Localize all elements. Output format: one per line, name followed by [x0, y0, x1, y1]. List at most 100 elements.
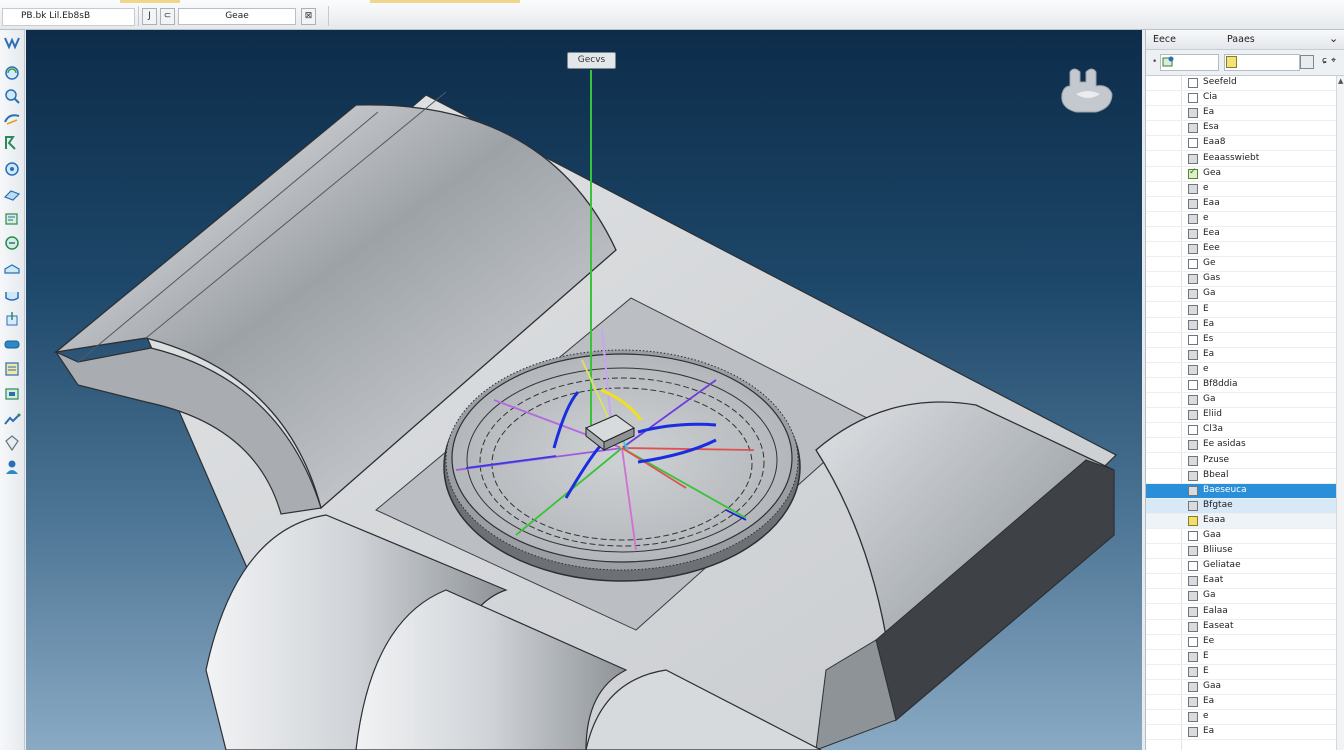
- list-item[interactable]: Bbeal: [1146, 469, 1336, 484]
- orientation-widget-icon[interactable]: [1056, 64, 1120, 120]
- visibility-checkbox[interactable]: [1188, 289, 1198, 300]
- visibility-checkbox[interactable]: [1188, 123, 1198, 134]
- visibility-checkbox[interactable]: [1188, 364, 1198, 375]
- measure-icon[interactable]: [3, 210, 21, 228]
- list-item[interactable]: Ee: [1146, 635, 1336, 650]
- visibility-checkbox[interactable]: [1188, 274, 1198, 285]
- visibility-checkbox[interactable]: [1188, 349, 1198, 360]
- visibility-checkbox[interactable]: [1188, 425, 1198, 436]
- filter-options-button[interactable]: [1300, 55, 1314, 69]
- list-item[interactable]: Ga: [1146, 287, 1336, 303]
- list-item[interactable]: Es: [1146, 333, 1336, 348]
- list-item[interactable]: Baeseuca: [1146, 483, 1336, 499]
- 3d-viewport[interactable]: Gecvs: [26, 30, 1142, 750]
- list-item[interactable]: Eaat: [1146, 574, 1336, 590]
- list-item[interactable]: Eliid: [1146, 408, 1336, 424]
- list-item[interactable]: Eaa: [1146, 197, 1336, 212]
- list-item[interactable]: Cia: [1146, 91, 1336, 107]
- visibility-checkbox[interactable]: [1188, 304, 1198, 315]
- chevron-down-icon[interactable]: ⌄: [1329, 32, 1338, 45]
- list-item[interactable]: Gea: [1146, 167, 1336, 182]
- visibility-checkbox[interactable]: [1188, 78, 1198, 88]
- list-item[interactable]: Gaa: [1146, 529, 1336, 544]
- fit-view-icon[interactable]: [3, 134, 21, 152]
- visibility-checkbox[interactable]: [1188, 319, 1198, 330]
- list-item[interactable]: Ea: [1146, 348, 1336, 363]
- part-icon[interactable]: [3, 185, 21, 203]
- list-item[interactable]: Ge: [1146, 257, 1336, 273]
- filter-refresh-icon[interactable]: ɕ: [1322, 56, 1327, 66]
- visibility-checkbox[interactable]: [1188, 108, 1198, 119]
- fillet-icon[interactable]: [3, 286, 21, 304]
- nav-prev-button[interactable]: J: [142, 8, 157, 25]
- visibility-checkbox[interactable]: [1188, 259, 1198, 270]
- sketch-icon[interactable]: [3, 160, 21, 178]
- filter-pin-icon[interactable]: ⌖: [1331, 56, 1336, 66]
- panel-scrollbar[interactable]: ▲: [1336, 76, 1344, 750]
- mate-icon[interactable]: [3, 385, 21, 403]
- assembly-icon[interactable]: [3, 335, 21, 353]
- extrude-icon[interactable]: [3, 310, 21, 328]
- visibility-checkbox[interactable]: [1188, 591, 1198, 602]
- visibility-checkbox[interactable]: [1188, 183, 1198, 194]
- panel-header-col2[interactable]: Paaes: [1227, 34, 1255, 45]
- panel-header-col1[interactable]: Eece: [1153, 34, 1176, 45]
- list-item[interactable]: e: [1146, 182, 1336, 197]
- visibility-checkbox[interactable]: [1188, 576, 1198, 587]
- nav-next-button[interactable]: ⊂: [160, 8, 175, 25]
- view-options-button[interactable]: ⊠: [301, 8, 316, 25]
- visibility-checkbox[interactable]: [1188, 682, 1198, 692]
- visibility-checkbox[interactable]: [1188, 380, 1198, 390]
- list-item[interactable]: e: [1146, 363, 1336, 378]
- list-item[interactable]: Ga: [1146, 589, 1336, 605]
- visibility-checkbox[interactable]: [1188, 167, 1198, 179]
- dimension-icon[interactable]: [3, 260, 21, 278]
- visibility-checkbox[interactable]: [1188, 198, 1198, 209]
- list-item[interactable]: Gaa: [1146, 680, 1336, 695]
- section-icon[interactable]: [3, 234, 21, 252]
- list-item[interactable]: Ga: [1146, 393, 1336, 409]
- visibility-checkbox[interactable]: [1188, 410, 1198, 421]
- probe-icon[interactable]: [3, 410, 21, 428]
- list-item[interactable]: Easeat: [1146, 620, 1336, 635]
- list-item[interactable]: Ee asidas: [1146, 438, 1336, 454]
- list-item[interactable]: Ea: [1146, 106, 1336, 122]
- visibility-checkbox[interactable]: [1188, 229, 1198, 239]
- zoom-view-icon[interactable]: [3, 87, 21, 105]
- list-item[interactable]: Bf8ddia: [1146, 378, 1336, 393]
- color-swatch[interactable]: [1226, 56, 1237, 68]
- list-item[interactable]: Bfgtae: [1146, 498, 1336, 514]
- visibility-checkbox[interactable]: [1188, 606, 1198, 617]
- list-item[interactable]: Eaaa: [1146, 513, 1336, 529]
- visibility-checkbox[interactable]: [1188, 621, 1198, 632]
- visibility-checkbox[interactable]: [1188, 470, 1198, 481]
- visibility-checkbox[interactable]: [1188, 531, 1198, 541]
- visibility-checkbox[interactable]: [1188, 515, 1198, 526]
- list-item[interactable]: e: [1146, 710, 1336, 726]
- user-tool-icon[interactable]: [3, 458, 21, 476]
- visibility-checkbox[interactable]: [1188, 636, 1198, 647]
- pan-view-icon[interactable]: [3, 110, 21, 128]
- list-item[interactable]: E: [1146, 650, 1336, 665]
- file-name-field[interactable]: PB.bk Lil.Eb8sB: [2, 8, 135, 26]
- visibility-checkbox[interactable]: [1188, 455, 1198, 466]
- visibility-checkbox[interactable]: [1188, 697, 1198, 708]
- list-item[interactable]: Eaa8: [1146, 136, 1336, 152]
- visibility-checkbox[interactable]: [1188, 395, 1198, 406]
- list-item[interactable]: E: [1146, 303, 1336, 318]
- list-item[interactable]: Esa: [1146, 121, 1336, 137]
- list-item[interactable]: Ea: [1146, 695, 1336, 711]
- visibility-checkbox[interactable]: [1188, 334, 1198, 345]
- list-item[interactable]: Bliiuse: [1146, 544, 1336, 560]
- visibility-checkbox[interactable]: [1188, 244, 1198, 255]
- visibility-checkbox[interactable]: [1188, 485, 1198, 496]
- list-item[interactable]: Ea: [1146, 318, 1336, 333]
- draft-icon[interactable]: [3, 360, 21, 378]
- visibility-checkbox[interactable]: [1188, 138, 1198, 149]
- visibility-checkbox[interactable]: [1188, 546, 1198, 557]
- list-item[interactable]: Cl3a: [1146, 423, 1336, 439]
- view-select[interactable]: Geae: [178, 8, 296, 25]
- list-item[interactable]: Ealaa: [1146, 605, 1336, 620]
- visibility-checkbox[interactable]: [1188, 651, 1198, 662]
- visibility-checkbox[interactable]: [1188, 93, 1198, 104]
